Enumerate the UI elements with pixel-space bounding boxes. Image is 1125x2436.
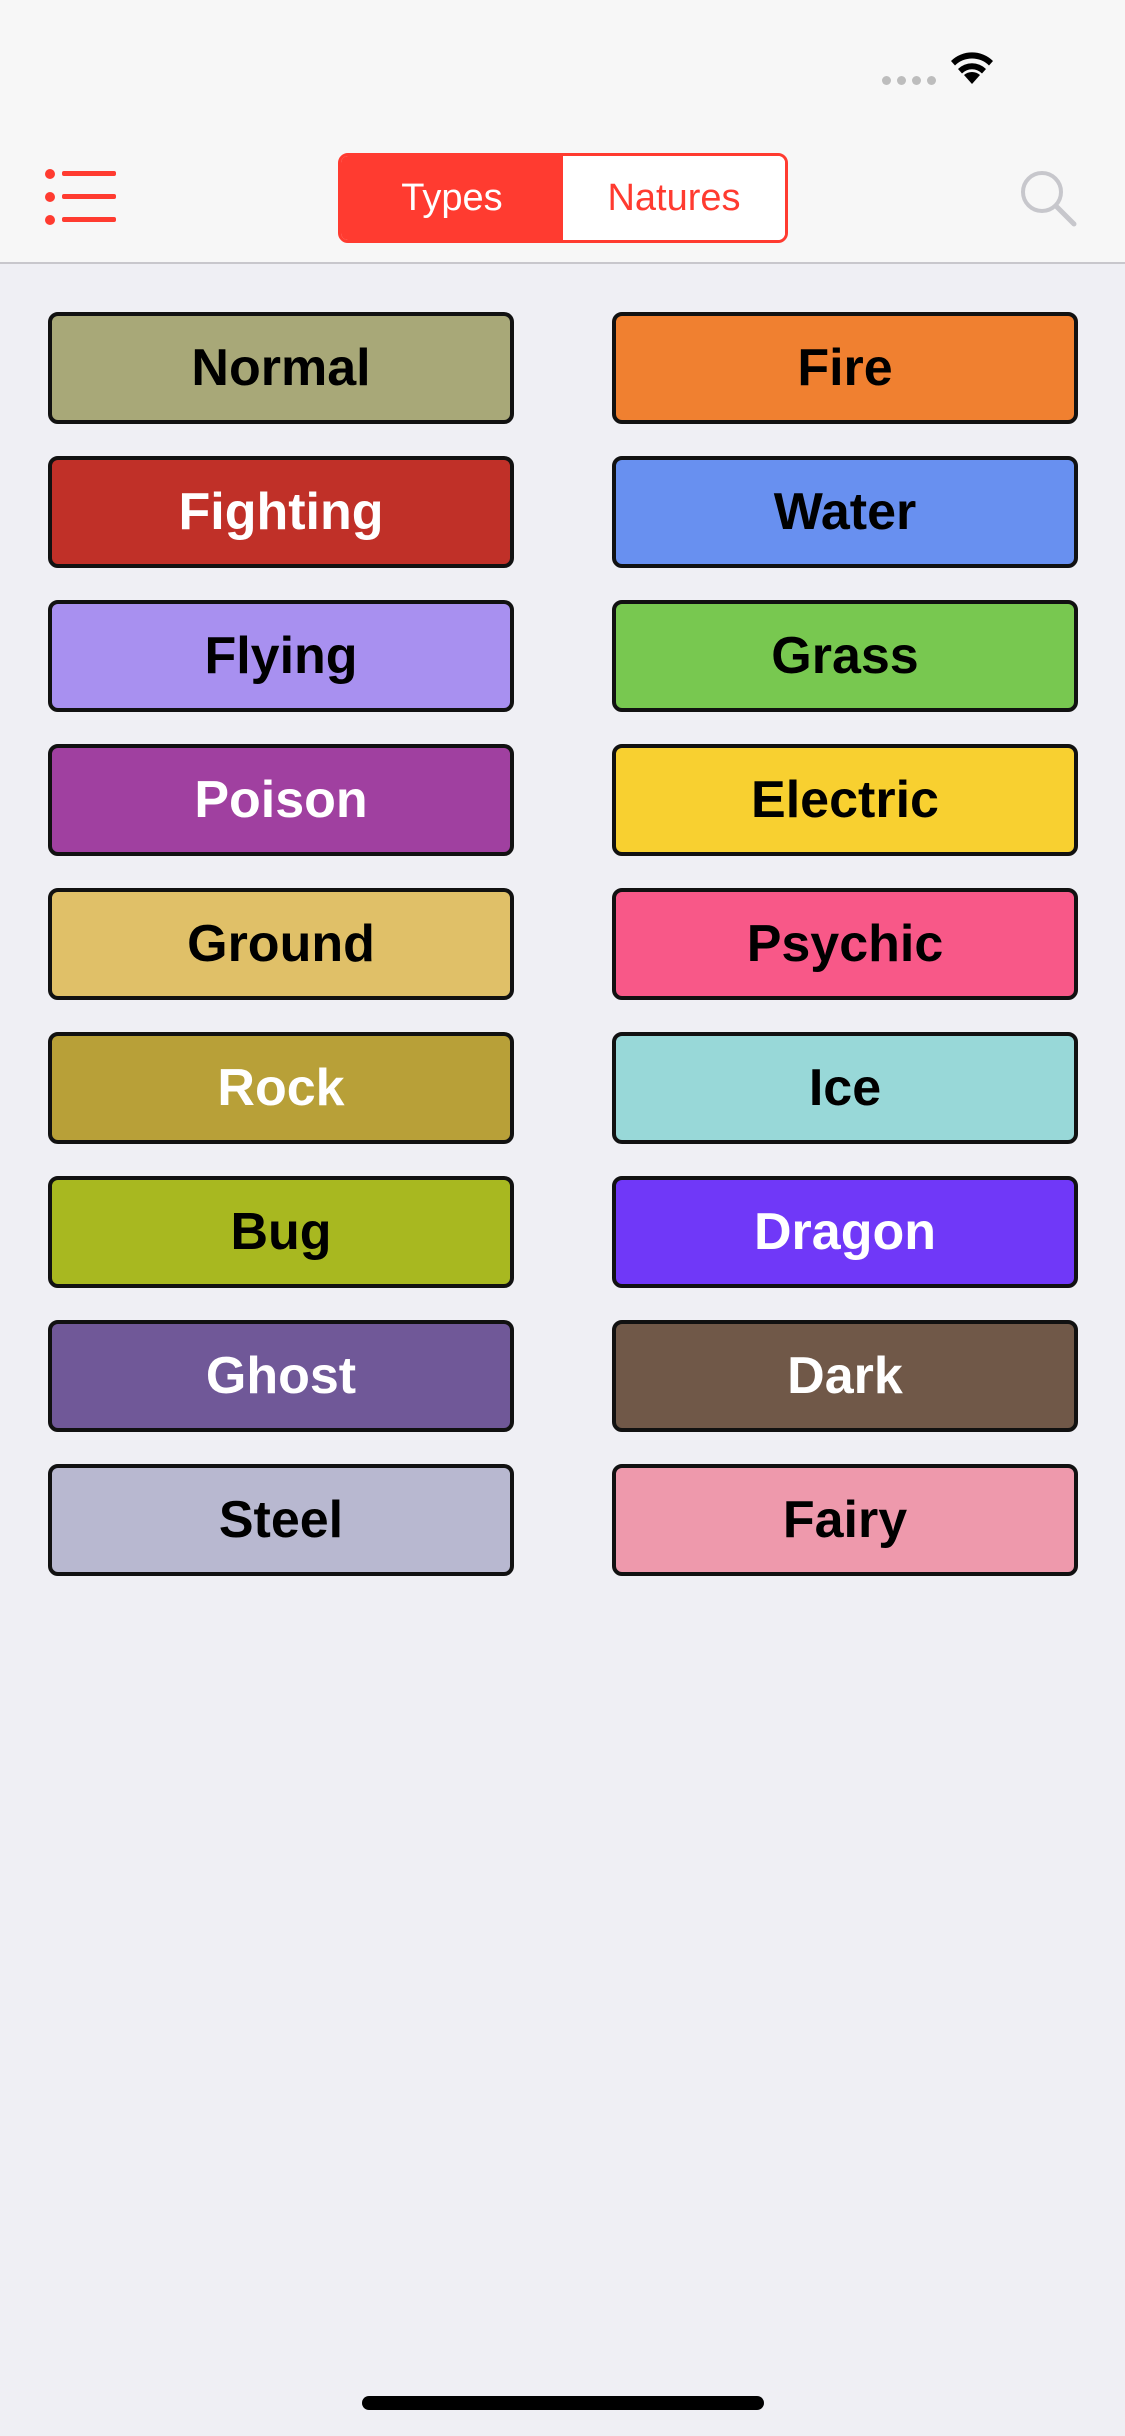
types-natures-segmented-control: Types Natures [338,153,788,243]
type-button-ice[interactable]: Ice [612,1032,1078,1144]
type-button-dragon[interactable]: Dragon [612,1176,1078,1288]
type-button-ghost[interactable]: Ghost [48,1320,514,1432]
type-button-normal[interactable]: Normal [48,312,514,424]
type-button-flying[interactable]: Flying [48,600,514,712]
type-button-fairy[interactable]: Fairy [612,1464,1078,1576]
type-button-steel[interactable]: Steel [48,1464,514,1576]
navigation-bar: Types Natures [0,132,1125,264]
type-button-grass[interactable]: Grass [612,600,1078,712]
segment-natures[interactable]: Natures [563,156,785,240]
type-button-dark[interactable]: Dark [612,1320,1078,1432]
segment-types[interactable]: Types [341,156,563,240]
search-icon[interactable] [1018,168,1078,228]
type-button-water[interactable]: Water [612,456,1078,568]
type-button-rock[interactable]: Rock [48,1032,514,1144]
home-indicator [362,2396,764,2410]
type-button-electric[interactable]: Electric [612,744,1078,856]
type-button-fighting[interactable]: Fighting [48,456,514,568]
type-grid: Normal Fire Fighting Water Flying Grass … [48,312,1078,1576]
type-button-ground[interactable]: Ground [48,888,514,1000]
cellular-signal-icon [882,76,936,85]
type-button-fire[interactable]: Fire [612,312,1078,424]
status-bar [0,0,1125,132]
list-icon[interactable] [44,166,118,228]
wifi-icon [951,52,993,84]
type-button-poison[interactable]: Poison [48,744,514,856]
type-button-bug[interactable]: Bug [48,1176,514,1288]
type-button-psychic[interactable]: Psychic [612,888,1078,1000]
